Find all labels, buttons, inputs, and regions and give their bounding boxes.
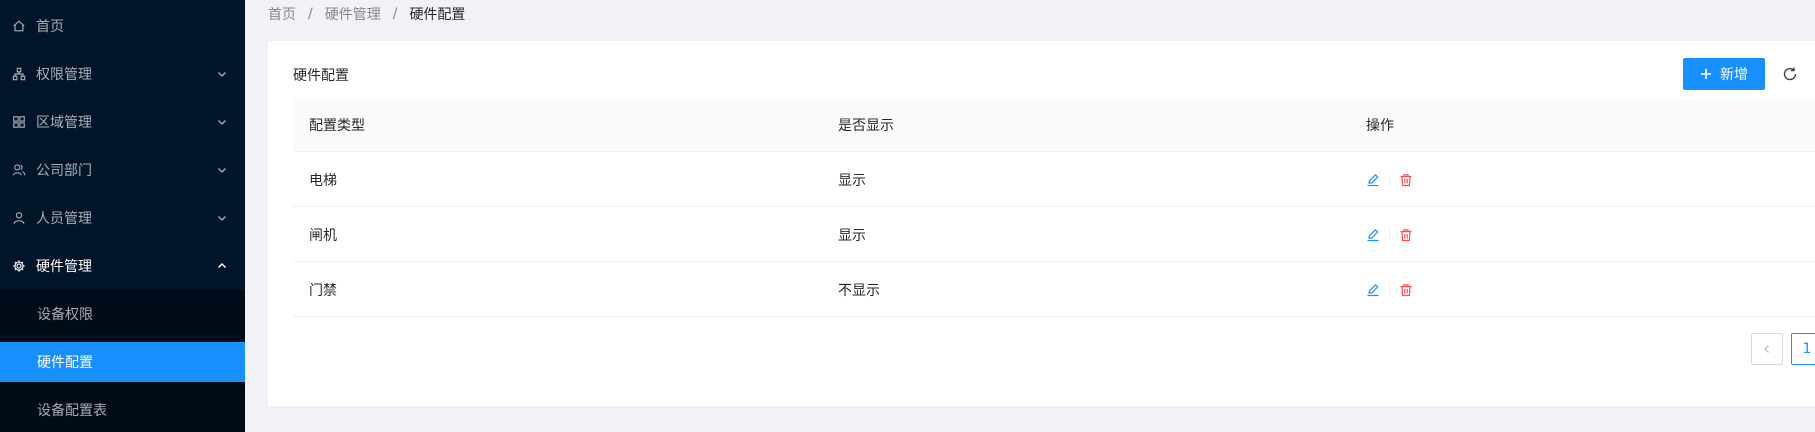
tree-icon	[12, 67, 26, 81]
plus-icon	[1700, 68, 1712, 80]
user-icon	[12, 211, 26, 225]
breadcrumb: 首页 / 硬件管理 / 硬件配置	[268, 4, 465, 24]
breadcrumb-home[interactable]: 首页	[268, 4, 296, 24]
cell-type: 门禁	[309, 282, 337, 299]
config-table: 配置类型 是否显示 操作 电梯 显示 闸机 显示 门禁 不显示	[293, 97, 1815, 317]
chevron-down-icon	[217, 117, 227, 127]
cell-display: 显示	[838, 227, 866, 244]
sidebar: 首页 权限管理 区域管理 公司部门 人员管理 硬件管理 设备权限 硬件配置 设备…	[0, 0, 245, 432]
cell-type: 电梯	[309, 172, 337, 189]
reload-icon[interactable]	[1782, 66, 1798, 82]
cell-actions	[1366, 207, 1413, 262]
sidebar-item-hardware[interactable]: 硬件管理	[0, 246, 245, 286]
sidebar-item-label: 公司部门	[36, 163, 92, 179]
cell-actions	[1366, 262, 1413, 317]
sidebar-item-regions[interactable]: 区域管理	[0, 102, 245, 142]
cell-actions	[1366, 152, 1413, 207]
column-header-display: 是否显示	[838, 117, 894, 134]
sidebar-subitem-label: 设备权限	[37, 307, 93, 323]
edit-icon[interactable]	[1366, 173, 1380, 187]
chevron-down-icon	[217, 165, 227, 175]
team-icon	[12, 163, 26, 177]
column-header-type: 配置类型	[309, 117, 365, 134]
breadcrumb-separator: /	[392, 6, 398, 22]
delete-icon[interactable]	[1399, 173, 1413, 187]
sidebar-subitem-device-permissions[interactable]: 设备权限	[0, 294, 245, 334]
sidebar-item-departments[interactable]: 公司部门	[0, 150, 245, 190]
card-title: 硬件配置	[293, 68, 349, 84]
chevron-up-icon	[217, 261, 227, 271]
breadcrumb-separator: /	[308, 6, 313, 22]
chevron-left-icon	[1764, 345, 1769, 353]
sidebar-item-label: 人员管理	[36, 211, 92, 227]
breadcrumb-hardware[interactable]: 硬件管理	[325, 4, 381, 24]
action-divider	[1389, 172, 1390, 187]
action-divider	[1389, 282, 1390, 297]
sidebar-subitem-hardware-config[interactable]: 硬件配置	[0, 342, 245, 382]
column-header-actions: 操作	[1366, 117, 1394, 134]
pagination-page-1[interactable]: 1	[1791, 333, 1815, 365]
sidebar-item-label: 权限管理	[36, 67, 92, 83]
table-row: 电梯 显示	[293, 152, 1815, 207]
action-divider	[1389, 227, 1390, 242]
delete-icon[interactable]	[1399, 283, 1413, 297]
cell-display: 不显示	[838, 282, 880, 299]
chevron-down-icon	[217, 69, 227, 79]
delete-icon[interactable]	[1399, 228, 1413, 242]
breadcrumb-current: 硬件配置	[409, 7, 466, 23]
home-icon	[12, 19, 26, 33]
gear-icon	[12, 259, 26, 273]
edit-icon[interactable]	[1366, 283, 1380, 297]
sidebar-subitem-label: 设备配置表	[37, 403, 107, 419]
sidebar-item-label: 硬件管理	[36, 259, 92, 275]
sidebar-item-label: 首页	[36, 19, 64, 35]
table-row: 闸机 显示	[293, 207, 1815, 262]
grid-icon	[12, 115, 26, 129]
edit-icon[interactable]	[1366, 228, 1380, 242]
add-button[interactable]: 新增	[1683, 58, 1765, 90]
cell-display: 显示	[838, 172, 866, 189]
content-card: 硬件配置 新增 配置类型 是否显示 操作 电梯 显示 闸机 显示 门禁 不显示 …	[268, 41, 1815, 406]
table-header: 配置类型 是否显示 操作	[293, 97, 1815, 152]
chevron-down-icon	[217, 213, 227, 223]
sidebar-subitem-device-config-table[interactable]: 设备配置表	[0, 390, 245, 430]
sidebar-item-personnel[interactable]: 人员管理	[0, 198, 245, 238]
add-button-label: 新增	[1720, 67, 1748, 83]
sidebar-subitem-label: 硬件配置	[37, 355, 93, 371]
sidebar-item-permissions[interactable]: 权限管理	[0, 54, 245, 94]
sidebar-item-label: 区域管理	[36, 115, 92, 131]
table-row: 门禁 不显示	[293, 262, 1815, 317]
pagination-prev-button[interactable]	[1751, 333, 1783, 365]
sidebar-item-home[interactable]: 首页	[0, 6, 245, 46]
cell-type: 闸机	[309, 227, 337, 244]
